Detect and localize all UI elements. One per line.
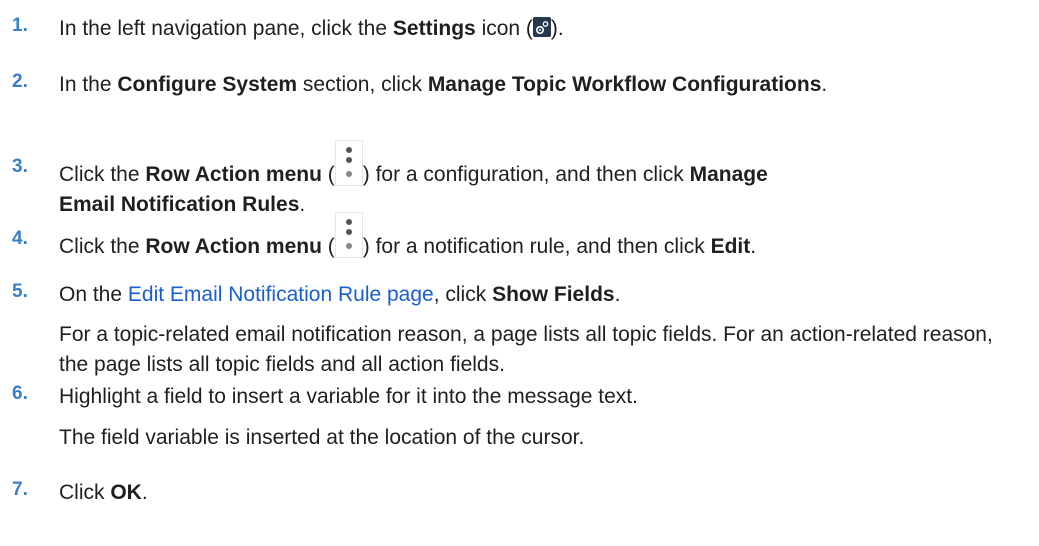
edit-email-notification-rule-link[interactable]: Edit Email Notification Rule page [128, 283, 434, 306]
step-text-run: Click the [59, 235, 146, 258]
step-number: 7. [12, 479, 28, 500]
step-text-run: ) for a configuration, and then click [362, 163, 690, 186]
step-text: On the Edit Email Notification Rule page… [59, 280, 1019, 310]
step-number: 1. [12, 15, 28, 36]
step-note: The field variable is inserted at the lo… [59, 426, 585, 449]
more-vertical-icon [334, 212, 363, 258]
step-number: 3. [12, 156, 28, 177]
ui-term: Row Action menu [145, 235, 322, 258]
gear-icon [532, 17, 551, 37]
step-text-run: ( [321, 235, 335, 258]
ui-term: Configure System [117, 73, 298, 96]
step-text-run: Click the [59, 163, 146, 186]
step-text-run: Highlight a field to insert a variable f… [59, 385, 638, 408]
ui-term: Manage Topic Workflow Configurations [427, 73, 822, 96]
step-text-run: ). [550, 17, 564, 40]
ui-term: Edit [710, 235, 751, 258]
step-text-run: section, click [297, 73, 428, 96]
step-text-run: On the [59, 283, 128, 306]
more-vertical-icon [334, 140, 363, 186]
step-text: Click the Row Action menu ( ) for a notif… [59, 212, 1019, 262]
step-text-run: icon ( [475, 17, 533, 40]
step-text-run: In the [59, 73, 118, 96]
step-text-run: . [821, 73, 828, 96]
step-note: For a topic-related email notification r… [59, 323, 993, 376]
step-text-run: . [614, 283, 621, 306]
step-text: Highlight a field to insert a variable f… [59, 382, 1019, 412]
step-text-run: Click [59, 481, 111, 504]
step-text-run: . [750, 235, 757, 258]
step-number: 4. [12, 228, 28, 249]
step-text: Click the Row Action menu ( ) for a confi… [59, 140, 819, 220]
step-text-run: In the left navigation pane, click the [59, 17, 393, 40]
ui-term: Row Action menu [145, 163, 322, 186]
step-text: In the Configure System section, click M… [59, 70, 1019, 100]
step-text: Click OK. [59, 478, 1019, 508]
step-number: 6. [12, 383, 28, 404]
step-number: 5. [12, 281, 28, 302]
step-number: 2. [12, 71, 28, 92]
step-text-run: , click [433, 283, 493, 306]
ui-term: Show Fields [492, 283, 615, 306]
ui-term: Settings [392, 17, 476, 40]
step-text-run: ) for a notification rule, and then clic… [362, 235, 711, 258]
step-text-run: . [141, 481, 148, 504]
step-text: In the left navigation pane, click the S… [59, 14, 1019, 44]
step-text-run: ( [321, 163, 335, 186]
ui-term: OK [110, 481, 142, 504]
